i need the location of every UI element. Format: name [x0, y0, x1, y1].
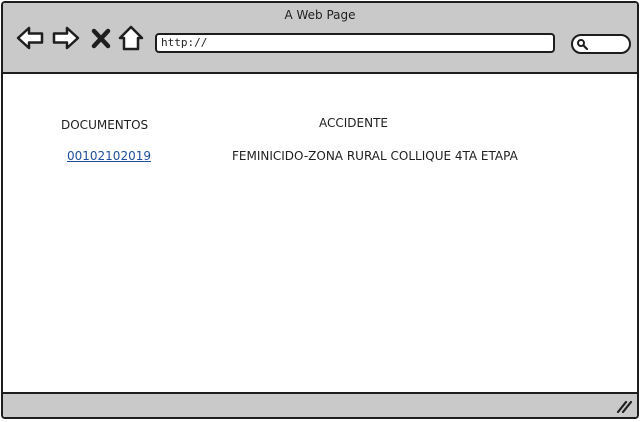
column-header-documentos: DOCUMENTOS [61, 118, 149, 132]
browser-statusbar [3, 392, 637, 417]
document-link[interactable]: 00102102019 [67, 149, 151, 163]
forward-arrow-icon [52, 26, 80, 50]
forward-button[interactable] [51, 23, 81, 53]
stop-button[interactable] [89, 23, 113, 53]
home-button[interactable] [117, 23, 145, 53]
resize-grip-icon[interactable] [616, 399, 632, 413]
column-header-accidente: ACCIDENTE [319, 116, 389, 130]
back-button[interactable] [15, 23, 45, 53]
browser-titlebar: A Web Page http:// [3, 3, 637, 74]
browser-window: A Web Page http:// DOCUMENTOS ACCIDENTE … [1, 1, 639, 419]
search-field[interactable] [571, 34, 631, 54]
close-icon [91, 28, 111, 49]
back-arrow-icon [16, 26, 44, 50]
search-icon [577, 39, 589, 51]
window-title: A Web Page [284, 8, 356, 22]
home-icon [118, 25, 144, 51]
accidente-value: FEMINICIDO-ZONA RURAL COLLIQUE 4TA ETAPA [232, 149, 518, 163]
address-bar[interactable]: http:// [155, 33, 555, 53]
